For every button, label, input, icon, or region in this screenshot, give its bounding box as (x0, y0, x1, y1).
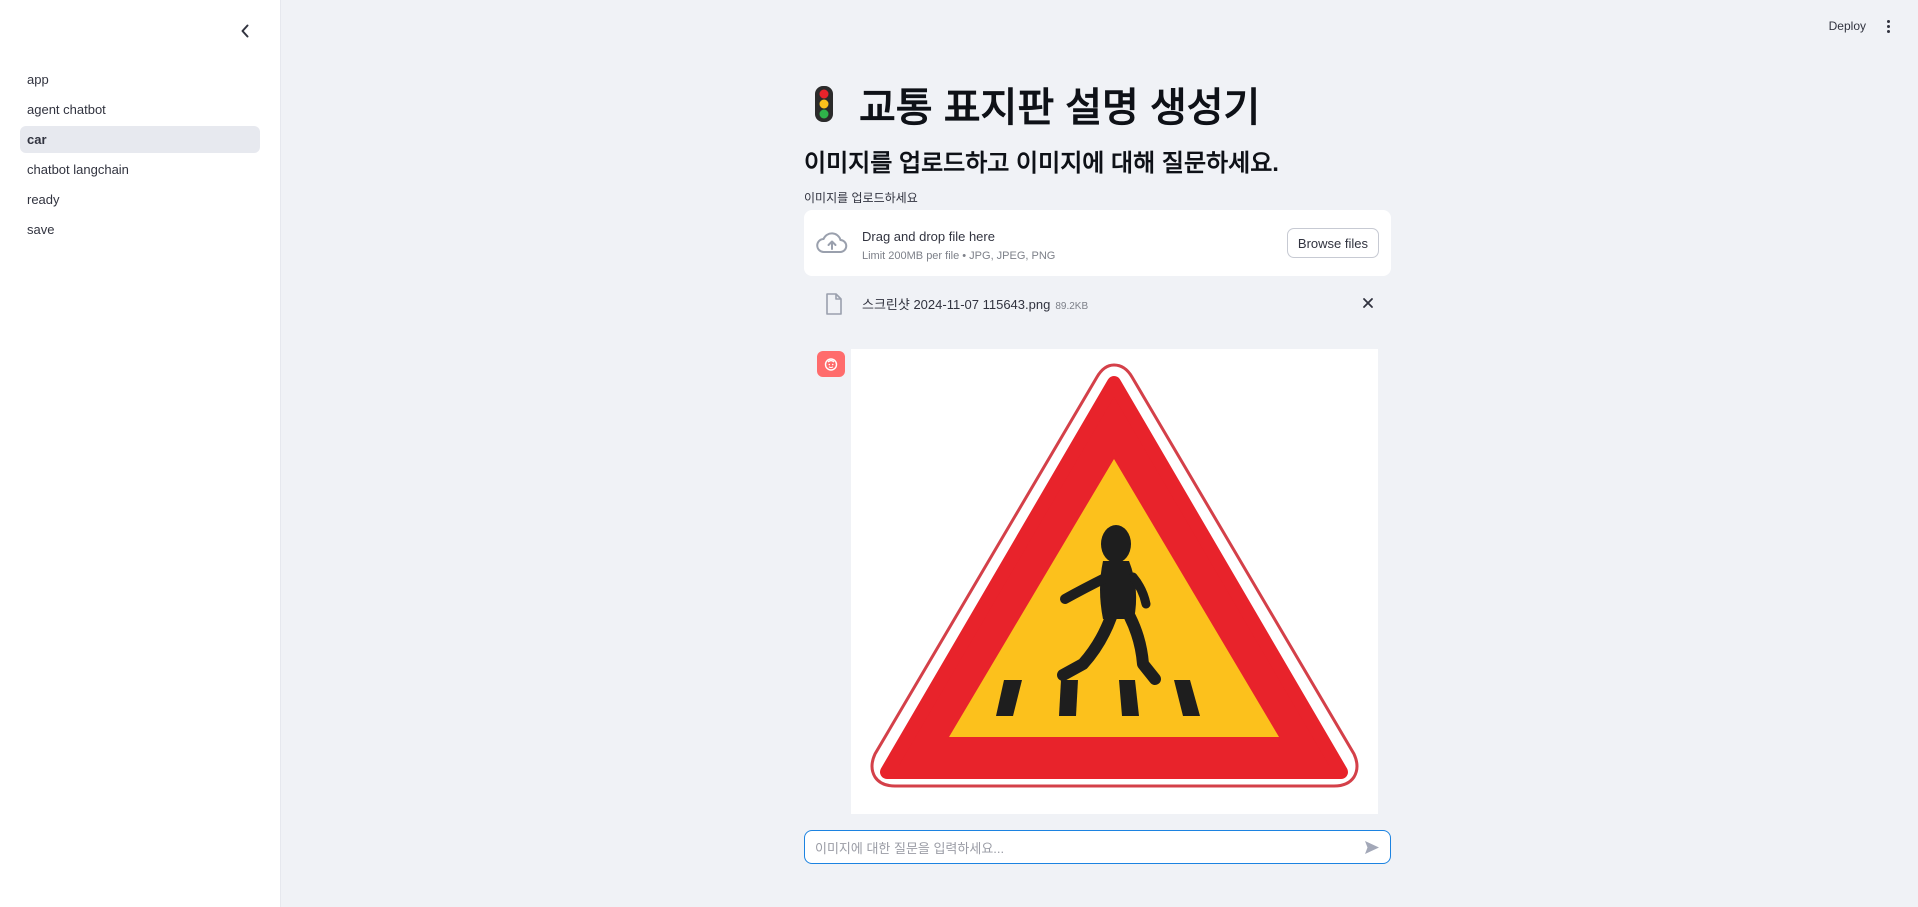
uploaded-image (851, 349, 1378, 814)
uploader-label: 이미지를 업로드하세요 (804, 191, 918, 205)
pedestrian-crossing-sign-image (870, 363, 1359, 788)
bot-avatar-icon (824, 358, 838, 371)
file-size: 89.2KB (1055, 301, 1089, 312)
file-name-text: 스크린샷 2024-11-07 115643.png (862, 297, 1051, 312)
chevron-left-icon (241, 24, 249, 38)
sidebar: app agent chatbot car chatbot langchain … (0, 0, 281, 907)
page-subtitle: 이미지를 업로드하고 이미지에 대해 질문하세요. (804, 150, 1279, 177)
uploaded-file: 스크린샷 2024-11-07 115643.png 89.2KB (804, 290, 1391, 320)
sidebar-item-ready[interactable]: ready (20, 186, 260, 213)
cloud-upload-icon (816, 232, 848, 254)
page-title: 교통 표지판 설명 생성기 (814, 75, 1260, 133)
traffic-light-icon (815, 86, 833, 122)
send-icon[interactable] (1364, 840, 1380, 855)
file-icon (826, 293, 842, 315)
sidebar-item-agent-chatbot[interactable]: agent chatbot (20, 96, 260, 123)
collapse-sidebar-button[interactable] (236, 20, 254, 42)
chat-input[interactable] (813, 831, 1357, 865)
bot-avatar (817, 351, 845, 377)
page-title-text: 교통 표지판 설명 생성기 (859, 86, 1261, 130)
browse-files-button[interactable]: Browse files (1286, 228, 1379, 258)
sidebar-item-car[interactable]: car (20, 126, 260, 153)
sidebar-nav: app agent chatbot car chatbot langchain … (20, 66, 260, 246)
sidebar-item-app[interactable]: app (20, 66, 260, 93)
uploaded-file-name: 스크린샷 2024-11-07 115643.png 89.2KB (862, 294, 1088, 313)
sidebar-item-chatbot-langchain[interactable]: chatbot langchain (20, 156, 260, 183)
sidebar-item-save[interactable]: save (20, 216, 260, 243)
deploy-button[interactable]: Deploy (1829, 19, 1866, 33)
chat-input-box (804, 830, 1391, 865)
close-icon[interactable] (1361, 296, 1375, 310)
main-menu-button[interactable] (1883, 20, 1893, 38)
more-vertical-icon (1883, 20, 1893, 33)
dropzone-limit: Limit 200MB per file • JPG, JPEG, PNG (862, 250, 1056, 262)
file-dropzone[interactable]: Drag and drop file here Limit 200MB per … (804, 210, 1391, 276)
dropzone-title: Drag and drop file here (862, 229, 995, 244)
